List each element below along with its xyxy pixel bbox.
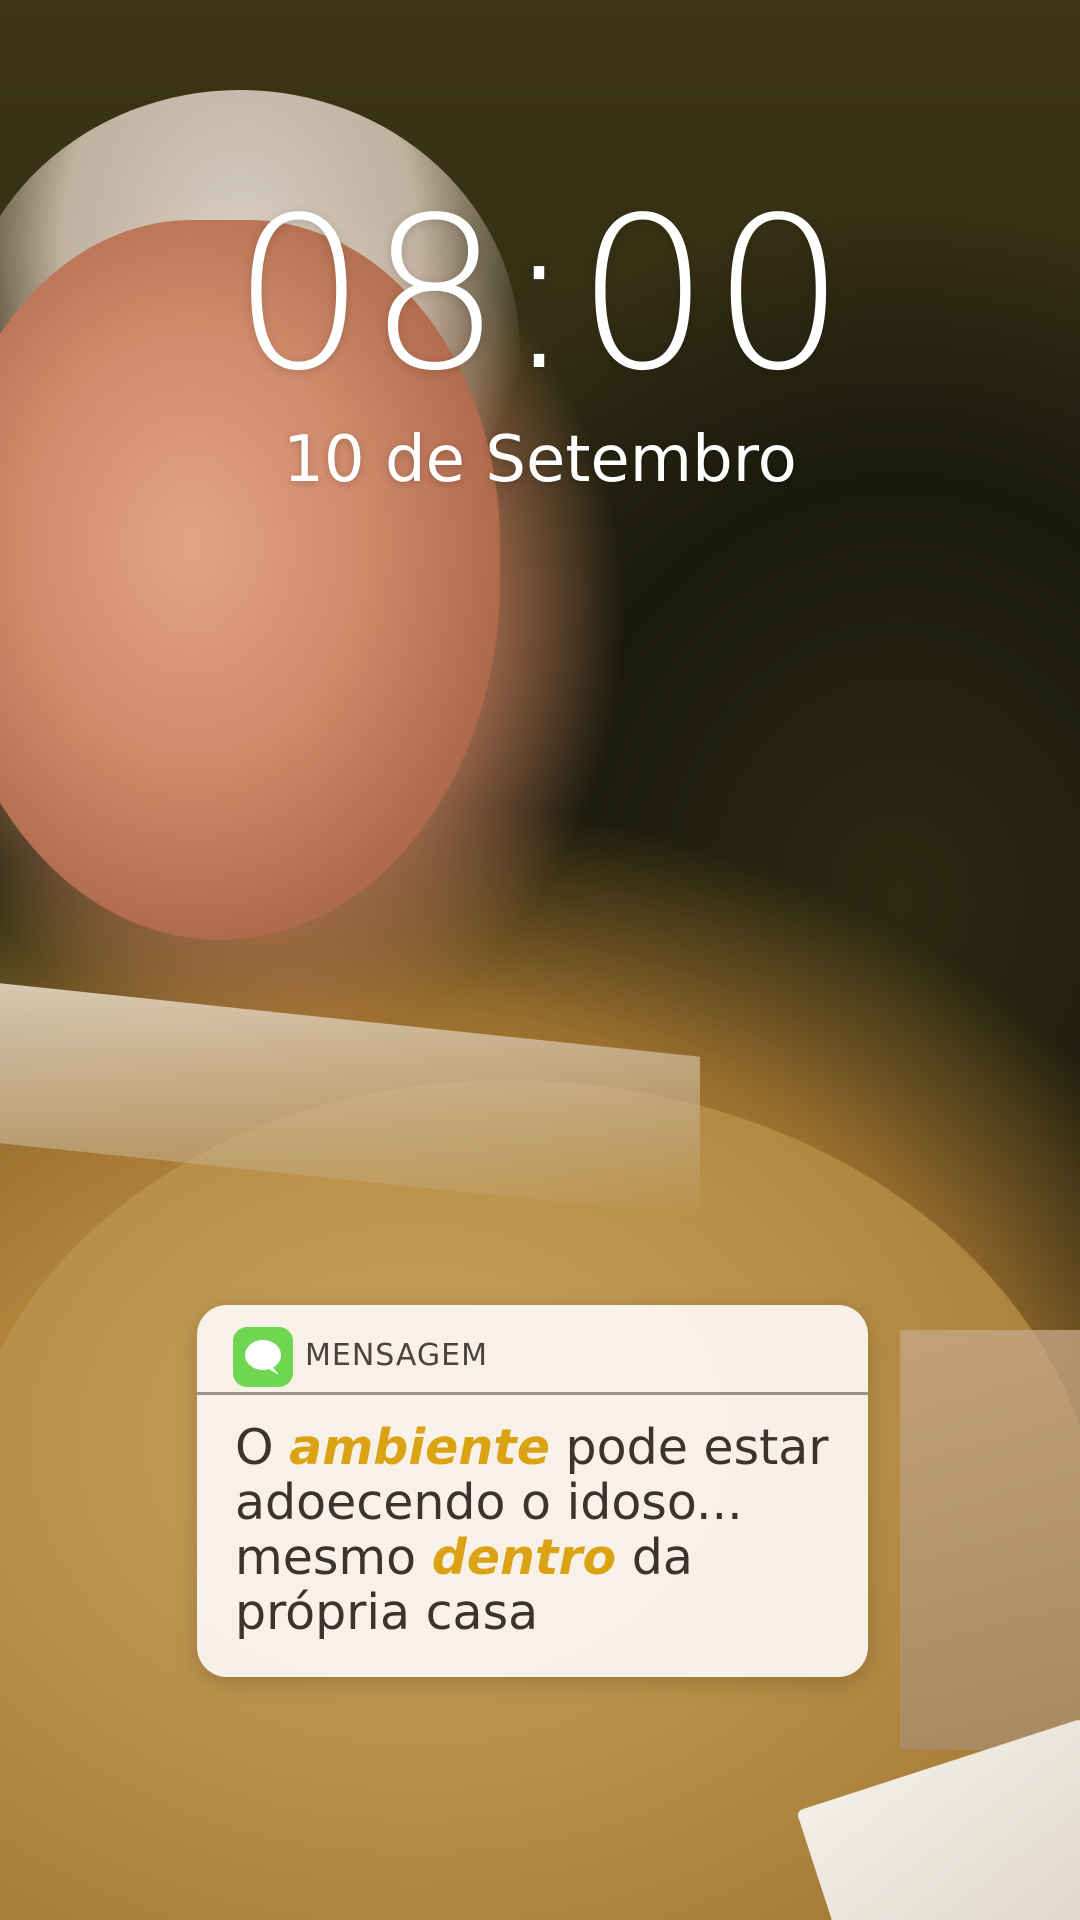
message-notification[interactable]: MENSAGEM O ambiente pode estar adoecendo… bbox=[197, 1305, 868, 1677]
lock-date: 10 de Setembro bbox=[283, 423, 797, 497]
message-highlight: ambiente bbox=[289, 1419, 550, 1476]
message-highlight: dentro bbox=[431, 1529, 617, 1586]
notification-app-name: MENSAGEM bbox=[305, 1338, 488, 1373]
wallpaper-bench bbox=[900, 1330, 1080, 1750]
message-bubble-icon bbox=[233, 1327, 293, 1387]
lock-clock: 08:00 bbox=[232, 172, 848, 417]
notification-message: O ambiente pode estar adoecendo o idoso.… bbox=[235, 1420, 845, 1640]
notification-header: MENSAGEM bbox=[197, 1305, 868, 1395]
lock-screen: 08:00 10 de Setembro MENSAGEM O ambiente… bbox=[0, 0, 1080, 1920]
message-text: O bbox=[235, 1419, 290, 1476]
